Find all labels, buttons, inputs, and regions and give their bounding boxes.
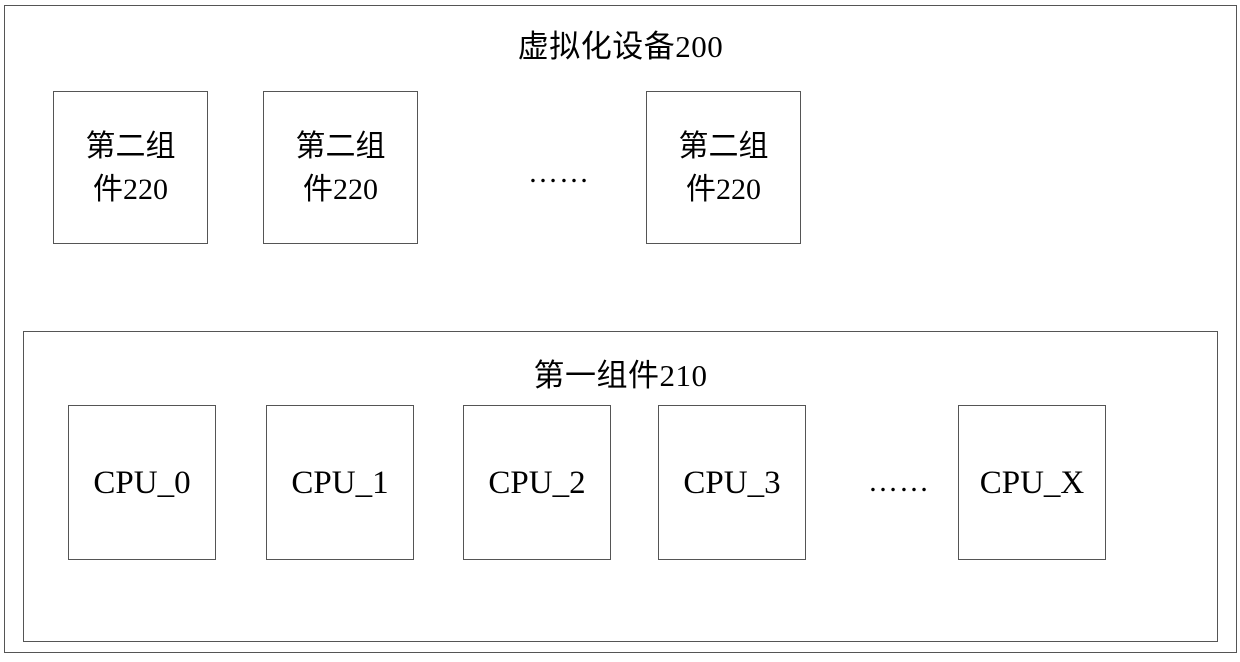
second-component-box: 第二组件220	[646, 91, 801, 244]
diagram-canvas: 虚拟化设备200 第二组件220 第二组件220 …… 第二组件220 第一组件…	[0, 0, 1240, 662]
second-component-label: 第二组件220	[678, 129, 769, 206]
cpu-label: CPU_1	[291, 464, 389, 501]
cpu-box: CPU_1	[266, 405, 414, 560]
second-component-label: 第二组件220	[85, 129, 176, 206]
first-component-title: 第一组件210	[533, 358, 708, 393]
cpu-box: CPU_2	[463, 405, 611, 560]
cpu-box: CPU_0	[68, 405, 216, 560]
first-component-frame: 第一组件210 CPU_0 CPU_1 CPU_2 CPU_3 …… CPU_X	[23, 331, 1218, 642]
cpu-label: CPU_X	[979, 464, 1085, 501]
cpu-label: CPU_3	[683, 464, 781, 501]
cpu-label: CPU_0	[93, 464, 191, 501]
cpu-row-ellipsis: ……	[868, 465, 930, 498]
virtualization-device-frame: 虚拟化设备200 第二组件220 第二组件220 …… 第二组件220 第一组件…	[4, 5, 1237, 653]
cpu-label: CPU_2	[488, 464, 586, 501]
cpu-box: CPU_X	[958, 405, 1106, 560]
second-component-ellipsis: ……	[528, 156, 590, 189]
second-component-box: 第二组件220	[263, 91, 418, 244]
second-component-box: 第二组件220	[53, 91, 208, 244]
second-component-label: 第二组件220	[295, 129, 386, 206]
cpu-box: CPU_3	[658, 405, 806, 560]
